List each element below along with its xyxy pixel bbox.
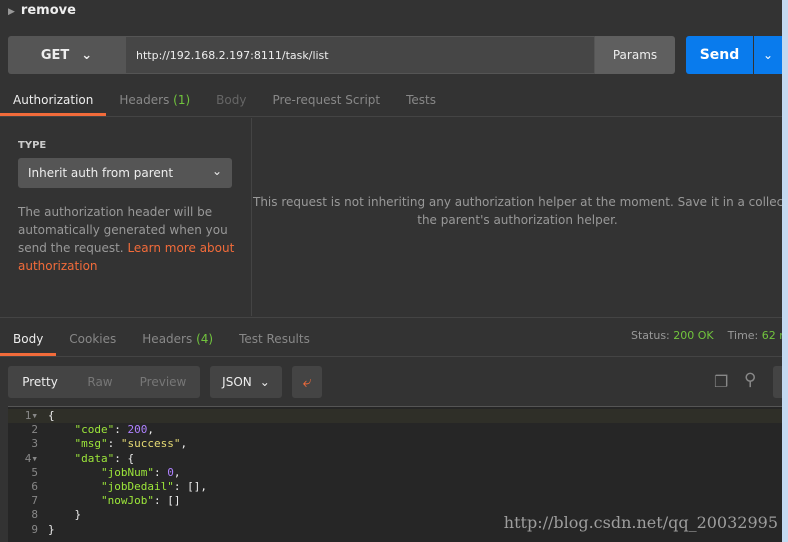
- code-token: :: [153, 465, 168, 479]
- chevron-down-icon: ⌄: [762, 48, 774, 62]
- code-token: :: [107, 437, 121, 451]
- wrap-icon: ⤶: [302, 372, 312, 391]
- tab-response-body[interactable]: Body: [0, 318, 57, 356]
- request-header: ▶ remove: [0, 0, 782, 28]
- pretty-button[interactable]: Pretty: [8, 375, 72, 389]
- line-number: 5: [31, 465, 38, 479]
- code-line: 1▾ {: [8, 409, 782, 424]
- raw-button[interactable]: Raw: [72, 375, 128, 389]
- line-number: 1▾: [24, 409, 38, 422]
- send-button[interactable]: Send: [686, 36, 753, 74]
- code-token: "nowJob": [48, 494, 154, 508]
- code-token: 0: [167, 465, 174, 479]
- code-line: 6 "jobDedail": [],: [8, 480, 782, 494]
- tab-response-headers[interactable]: Headers (4): [129, 318, 226, 356]
- code-token: "code": [48, 423, 115, 437]
- params-button[interactable]: Params: [595, 36, 675, 74]
- auth-type-select[interactable]: Inherit auth from parent ⌄: [18, 158, 232, 188]
- tab-tests[interactable]: Tests: [393, 84, 449, 116]
- line-number: 2: [31, 423, 38, 437]
- code-token: {: [48, 409, 55, 422]
- copy-icon[interactable]: ❐: [714, 372, 734, 392]
- line-number: 6: [31, 479, 38, 493]
- code-token: : {: [114, 451, 135, 465]
- code-line: 2 "code": 200,: [8, 423, 782, 437]
- code-token: "msg": [48, 437, 108, 451]
- caret-right-icon: ▶: [8, 7, 15, 17]
- tab-test-results[interactable]: Test Results: [226, 318, 323, 356]
- tab-headers[interactable]: Headers (1): [106, 84, 203, 116]
- chevron-down-icon: ⌄: [81, 47, 93, 63]
- format-select[interactable]: JSON ⌄: [210, 366, 282, 398]
- view-mode-group: Pretty Raw Preview: [8, 366, 200, 398]
- code-line: 4▾ "data": {: [8, 452, 782, 466]
- tab-pre-request-script[interactable]: Pre-request Script: [259, 84, 393, 116]
- code-token: ,: [173, 465, 181, 479]
- auth-message: This request is not inheriting any autho…: [253, 195, 782, 227]
- code-text: "nowJob": []: [48, 494, 181, 508]
- request-title[interactable]: ▶ remove: [8, 3, 76, 18]
- wrap-lines-button[interactable]: ⤶: [292, 366, 322, 398]
- line-number: 7: [31, 494, 38, 508]
- tab-cookies[interactable]: Cookies: [56, 318, 129, 356]
- chevron-down-icon: ⌄: [211, 164, 222, 178]
- method-select[interactable]: GET ⌄: [8, 36, 125, 74]
- code-line: 3 "msg": "success",: [8, 437, 782, 451]
- code-token: ,: [147, 423, 154, 437]
- code-token: "jobNum": [48, 465, 154, 479]
- send-options-button[interactable]: ⌄: [754, 36, 782, 74]
- search-icon[interactable]: ⚲: [744, 370, 764, 390]
- url-input[interactable]: http://192.168.2.197:8111/task/list: [125, 36, 595, 74]
- code-line: 5 "jobNum": 0,: [8, 466, 782, 480]
- code-text: "code": 200,: [48, 423, 154, 437]
- auth-help-text: The authorization header will be automat…: [18, 205, 235, 273]
- watermark: http://blog.csdn.net/qq_20032995: [503, 513, 778, 532]
- code-token: :: [114, 423, 128, 437]
- code-token: "success": [120, 437, 181, 451]
- code-text: {: [48, 409, 55, 423]
- save-response-button[interactable]: [773, 366, 782, 398]
- code-token: }: [48, 508, 82, 522]
- code-token: 200: [127, 423, 148, 437]
- chevron-down-icon: ⌄: [259, 375, 270, 389]
- code-text: "msg": "success",: [48, 437, 187, 451]
- tab-body[interactable]: Body: [203, 84, 259, 116]
- code-line: 7 "nowJob": []: [8, 494, 782, 508]
- request-tabs: Authorization Headers (1) Body Pre-reque…: [0, 84, 782, 117]
- response-status: Status: 200 OK Time: 62 ms: [631, 329, 788, 342]
- line-number: 4▾: [24, 451, 38, 465]
- type-label: TYPE: [18, 140, 47, 151]
- code-text: "jobDedail": [],: [48, 480, 207, 494]
- code-token: }: [48, 522, 55, 536]
- code-text: "jobNum": 0,: [48, 465, 181, 480]
- code-token: "data": [48, 451, 115, 465]
- code-text: "data": {: [48, 452, 134, 466]
- preview-button[interactable]: Preview: [128, 375, 198, 389]
- code-token: : [],: [173, 479, 207, 493]
- line-number: 8: [31, 508, 38, 522]
- line-number: 9: [31, 522, 38, 536]
- code-token: ,: [180, 437, 188, 451]
- window-edge: [782, 0, 788, 542]
- code-token: "jobDedail": [48, 479, 174, 493]
- code-text: }: [48, 523, 55, 537]
- tab-authorization[interactable]: Authorization: [0, 84, 107, 116]
- code-token: : []: [153, 494, 181, 508]
- line-number: 3: [31, 437, 38, 451]
- code-text: }: [48, 508, 81, 522]
